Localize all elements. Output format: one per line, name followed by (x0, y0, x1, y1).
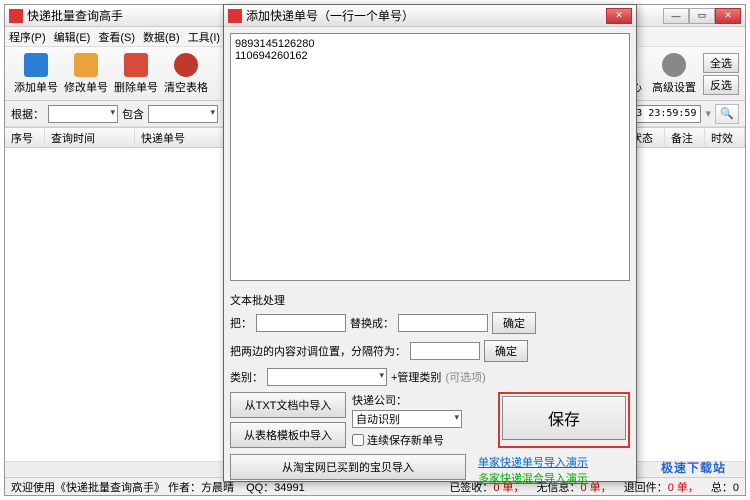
dialog-title: 添加快递单号（一行一个单号） (246, 7, 606, 24)
import-taobao-button[interactable]: 从淘宝网已买到的宝贝导入 (230, 454, 466, 480)
watermark: 极速下载站 (661, 459, 726, 476)
clear-table-button[interactable]: 清空表格 (161, 53, 211, 95)
clear-icon (174, 53, 198, 77)
category-combo[interactable] (267, 368, 387, 386)
add-order-button[interactable]: 添加单号 (11, 53, 61, 95)
filter-label: 根据： (11, 106, 44, 122)
menu-view[interactable]: 查看(S) (98, 29, 135, 45)
invert-select-button[interactable]: 反选 (703, 75, 739, 95)
menu-program[interactable]: 程序(P) (9, 29, 46, 45)
select-all-button[interactable]: 全选 (703, 53, 739, 73)
edit-order-button[interactable]: 修改单号 (61, 53, 111, 95)
col-time[interactable]: 时效 (705, 128, 745, 147)
swap-delim-input[interactable] (410, 342, 480, 360)
menu-tools[interactable]: 工具(I) (188, 29, 220, 45)
filter-value-combo[interactable] (148, 105, 218, 123)
dialog-close-button[interactable]: ✕ (606, 8, 632, 24)
courier-company-combo[interactable]: 自动识别 (352, 410, 462, 428)
replace-to-input[interactable] (398, 314, 488, 332)
replace-from-input[interactable] (256, 314, 346, 332)
replace-confirm-button[interactable]: 确定 (492, 312, 536, 334)
manage-category-link[interactable]: +管理类别 (391, 369, 441, 385)
swap-confirm-button[interactable]: 确定 (484, 340, 528, 362)
add-tracking-dialog: 添加快递单号（一行一个单号） ✕ 文本批处理 把： 替换成： 确定 把两边的内容… (223, 4, 637, 482)
demo-single-link[interactable]: 单家快递单号导入演示 (478, 454, 588, 470)
import-txt-button[interactable]: 从TXT文档中导入 (230, 392, 346, 418)
gear-icon (662, 53, 686, 77)
settings-button[interactable]: 高级设置 (649, 53, 699, 95)
plus-icon (24, 53, 48, 77)
search-button[interactable]: 🔍 (715, 104, 739, 124)
col-tracking[interactable]: 快递单号 (135, 128, 225, 147)
col-remark[interactable]: 备注 (665, 128, 705, 147)
demo-multi-link[interactable]: 多家快递混合导入演示 (478, 470, 588, 486)
maximize-button[interactable]: ▭ (689, 8, 715, 24)
menu-data[interactable]: 数据(B) (143, 29, 180, 45)
save-button[interactable]: 保存 (502, 396, 626, 440)
col-query-time[interactable]: 查询时间 (45, 128, 135, 147)
chevron-down-icon[interactable]: ▾ (705, 107, 711, 120)
status-welcome: 欢迎使用《快递批量查询高手》 作者：方晨晴 (11, 479, 234, 495)
close-button[interactable]: ✕ (715, 8, 741, 24)
contain-label: 包含 (122, 106, 144, 122)
search-icon: 🔍 (720, 107, 734, 120)
filter-field-combo[interactable] (48, 105, 118, 123)
tracking-textarea[interactable] (230, 33, 630, 281)
pencil-icon (74, 53, 98, 77)
batch-label: 文本批处理 (230, 292, 630, 308)
delete-order-button[interactable]: 删除单号 (111, 53, 161, 95)
import-xls-button[interactable]: 从表格模板中导入 (230, 422, 346, 448)
continuous-save-checkbox[interactable]: 连续保存新单号 (352, 432, 492, 448)
dialog-icon (228, 9, 242, 23)
dialog-titlebar: 添加快递单号（一行一个单号） ✕ (224, 5, 636, 27)
menu-edit[interactable]: 编辑(E) (54, 29, 91, 45)
col-index[interactable]: 序号 (5, 128, 45, 147)
save-highlight: 保存 (498, 392, 630, 448)
app-icon (9, 9, 23, 23)
minimize-button[interactable]: — (663, 8, 689, 24)
delete-icon (124, 53, 148, 77)
